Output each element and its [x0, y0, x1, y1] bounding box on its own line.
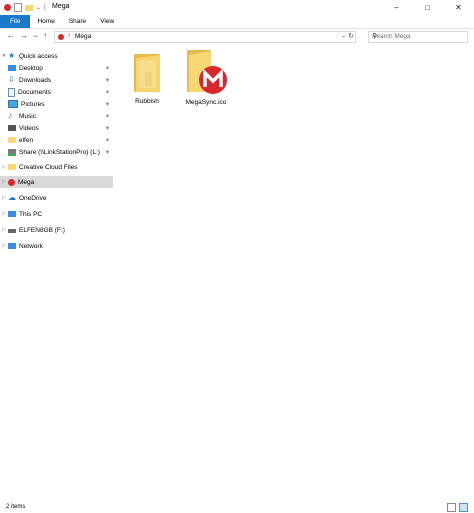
tab-share[interactable]: Share: [62, 15, 93, 28]
properties-icon[interactable]: [14, 3, 22, 12]
usb-drive-icon: [8, 229, 16, 233]
minimize-button[interactable]: –: [381, 0, 412, 15]
refresh-icon[interactable]: ↻: [348, 32, 354, 40]
status-item-count: 2 items: [6, 504, 26, 510]
cloud-icon: ☁: [8, 193, 16, 202]
sidebar-item-desktop[interactable]: Desktop ✦: [0, 62, 113, 74]
sidebar-item-onedrive[interactable]: ▷ ☁ OneDrive: [0, 192, 113, 204]
sidebar-item-this-pc[interactable]: ▷ This PC: [0, 208, 113, 220]
pin-icon: ✦: [104, 125, 110, 132]
collapse-chevron-icon[interactable]: ▷: [0, 195, 8, 201]
network-drive-icon: [8, 148, 16, 156]
sidebar-item-documents[interactable]: Documents ✦: [0, 86, 113, 98]
sidebar-label: Downloads: [19, 76, 52, 84]
sidebar-label: elfen: [19, 136, 34, 144]
sidebar-item-drive[interactable]: ▷ ELFEN8GB (F:): [0, 224, 113, 236]
sidebar-item-downloads[interactable]: ⇩ Downloads ✦: [0, 74, 113, 86]
sidebar-label: Creative Cloud Files: [19, 163, 78, 171]
mega-location-icon: [58, 34, 64, 40]
folder-icon: [134, 54, 160, 92]
computer-icon: [8, 211, 16, 217]
sidebar-label: Share (\\LinkStationPro) (L:): [19, 148, 100, 156]
collapse-chevron-icon[interactable]: ▷: [0, 243, 8, 249]
mega-app-icon[interactable]: [4, 4, 11, 11]
breadcrumb-chevron-icon[interactable]: ›: [68, 32, 70, 39]
sidebar-item-pictures[interactable]: Pictures ✦: [0, 98, 113, 110]
sidebar-item-quick-access[interactable]: ▼ ★ Quick access: [0, 50, 113, 62]
breadcrumb-mega[interactable]: Mega: [75, 33, 91, 40]
document-icon: [8, 87, 15, 97]
sidebar-label: Pictures: [21, 100, 45, 108]
up-arrow-icon[interactable]: ↑: [43, 31, 47, 41]
details-view-button[interactable]: [447, 503, 456, 512]
tab-file[interactable]: File: [0, 15, 31, 28]
title-separator: |: [44, 4, 46, 11]
sidebar-item-elfen[interactable]: elfen ✦: [0, 134, 113, 146]
pin-icon: ✦: [104, 101, 110, 108]
pin-icon: ✦: [104, 149, 110, 156]
pin-icon: ✦: [104, 113, 110, 120]
file-item-rubbish[interactable]: Rubbish: [122, 50, 172, 105]
expand-chevron-icon[interactable]: ▼: [0, 53, 8, 59]
video-icon: [8, 125, 16, 131]
music-note-icon: ♪: [8, 111, 12, 120]
pin-icon: ✦: [104, 137, 110, 144]
sidebar-label: Videos: [19, 124, 39, 132]
sidebar-label: Music: [19, 112, 36, 120]
sidebar-label: ELFEN8GB (F:): [19, 226, 65, 234]
address-row: ← → ⌄ ↑ › Mega ⌄ ↻ Search Mega ⚲: [0, 29, 474, 43]
sidebar-item-videos[interactable]: Videos ✦: [0, 122, 113, 134]
collapse-chevron-icon[interactable]: ▷: [0, 179, 8, 185]
tab-view[interactable]: View: [93, 15, 121, 28]
sidebar-label: Mega: [18, 178, 35, 186]
sidebar-label: Documents: [18, 88, 51, 96]
file-label: Rubbish: [135, 98, 159, 105]
mega-icon: [8, 178, 15, 186]
sidebar-item-creative-cloud[interactable]: ▷ Creative Cloud Files: [0, 161, 113, 173]
address-bar[interactable]: › Mega ⌄ ↻: [54, 31, 356, 43]
collapse-chevron-icon[interactable]: ▷: [0, 227, 8, 233]
pin-icon: ✦: [104, 77, 110, 84]
sidebar-label: This PC: [19, 210, 43, 218]
sidebar-label: Desktop: [19, 64, 43, 72]
large-icons-view-button[interactable]: [459, 503, 468, 512]
sidebar-item-share[interactable]: Share (\\LinkStationPro) (L:) ✦: [0, 146, 113, 158]
creative-cloud-folder-icon: [8, 164, 16, 170]
back-arrow-icon[interactable]: ←: [7, 31, 15, 41]
ribbon-tabs: File Home Share View: [0, 15, 474, 29]
network-icon: [8, 243, 16, 249]
star-icon: ★: [8, 51, 16, 60]
forward-arrow-icon[interactable]: →: [20, 31, 28, 41]
customize-toolbar-chevron-icon[interactable]: ⌄: [36, 4, 41, 11]
sidebar-label: Network: [19, 242, 43, 250]
pin-icon: ✦: [104, 65, 110, 72]
mega-folder-icon: [187, 50, 227, 94]
sidebar-item-mega[interactable]: ▷ Mega: [0, 176, 113, 188]
download-arrow-icon: ⇩: [8, 75, 15, 84]
collapse-chevron-icon[interactable]: ▷: [0, 211, 8, 217]
maximize-button[interactable]: □: [412, 0, 443, 15]
new-folder-icon[interactable]: [25, 4, 33, 11]
address-dropdown-icon[interactable]: ⌄: [341, 32, 346, 39]
pin-icon: ✦: [104, 89, 110, 96]
search-input[interactable]: Search Mega ⚲: [368, 31, 468, 43]
sidebar-item-music[interactable]: ♪ Music ✦: [0, 110, 113, 122]
desktop-icon: [8, 65, 16, 71]
pictures-icon: [8, 100, 18, 108]
recent-locations-chevron-icon[interactable]: ⌄: [33, 31, 38, 41]
sidebar-item-network[interactable]: ▷ Network: [0, 240, 113, 252]
search-icon: ⚲: [372, 33, 378, 40]
sidebar-label: OneDrive: [19, 194, 47, 202]
title-bar: ⌄ | Mega – □ ✕: [0, 0, 474, 15]
view-toggle: [447, 503, 468, 512]
sidebar-label: Quick access: [19, 52, 58, 60]
folder-icon: [8, 137, 16, 143]
collapse-chevron-icon[interactable]: ▷: [0, 164, 8, 170]
window-title: Mega: [52, 3, 70, 10]
tab-home[interactable]: Home: [30, 15, 61, 28]
file-item-megasync-ico[interactable]: MegaSync.ico: [181, 47, 231, 106]
file-label: MegaSync.ico: [185, 99, 227, 106]
close-button[interactable]: ✕: [443, 0, 474, 15]
